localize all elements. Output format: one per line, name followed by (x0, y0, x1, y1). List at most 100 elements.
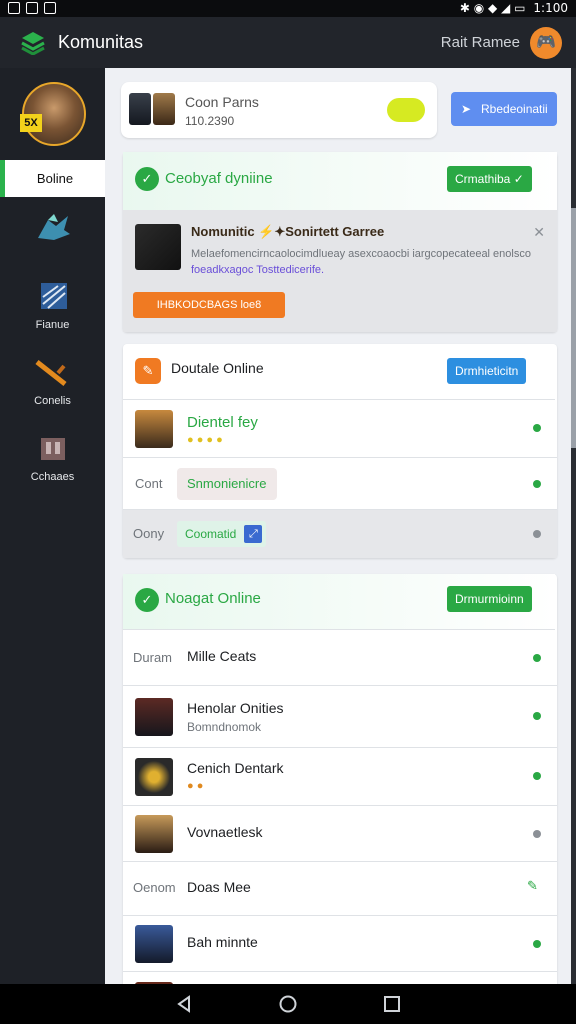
sidebar-item-label: Conelis (34, 395, 71, 407)
game-thumbnail (129, 93, 151, 125)
app-title: Komunitas (58, 32, 144, 52)
list-item[interactable]: Oony Coomatid ⤢ (123, 510, 557, 558)
sidebar: 5X Boline Fianue Conelis Cchaaes (0, 68, 105, 984)
online-dot (533, 940, 541, 948)
app-bar: Komunitas Rait Ramee 🎮 (0, 17, 576, 68)
section-doutale-online: ✎ Doutale Online Drmhieticitn Dientel fe… (123, 344, 557, 558)
header-right-label[interactable]: Rait Ramee (441, 34, 520, 51)
online-dot (533, 480, 541, 488)
list-item[interactable]: Henolar Onities Bomndnomok (123, 686, 557, 748)
sword-icon (34, 360, 67, 386)
profile-avatar[interactable]: 5X (20, 82, 86, 146)
sidebar-item-label: Cchaaes (30, 471, 75, 483)
section-button[interactable]: Drmurmioinn (447, 586, 532, 612)
section-header: ✓ Noagat Online Drmurmioinn (123, 574, 555, 630)
top-action-label: Rbedeoinatii (481, 102, 548, 116)
clock: 1:100 (533, 1, 568, 15)
top-card-subtitle: 110.2390 (185, 114, 235, 128)
list-item-name: Bah minnte (187, 934, 258, 950)
back-icon[interactable] (174, 994, 194, 1014)
chart-icon[interactable] (387, 98, 425, 122)
section-button[interactable]: Drmhieticitn (447, 358, 527, 384)
list-item[interactable]: Cenich Dentark ● ● (123, 748, 557, 806)
expand-icon: ⤢ (244, 525, 263, 543)
tag-chip[interactable]: Coomatid ⤢ (177, 521, 267, 547)
recents-icon[interactable] (382, 994, 402, 1014)
sidebar-item-4[interactable]: Cchaaes (0, 432, 105, 483)
scrollbar[interactable] (571, 68, 576, 984)
tag-chip-label: Coomatid (185, 527, 237, 541)
top-card-title: Coon Parns (185, 94, 259, 110)
app-logo-icon (21, 32, 45, 55)
main-content: Coon Parns 110.2390 ➤ Rbedeoinatii ✓ Ceo… (105, 68, 571, 984)
check-icon: ✓ (135, 167, 159, 191)
promo-title: Nomunitic ⚡✦Sonirtett Garree (191, 224, 385, 239)
gamepad-icon[interactable]: 🎮 (530, 27, 562, 59)
list-item-name: Doas Mee (187, 879, 251, 895)
list-item-name: Vovnaetlesk (187, 824, 263, 840)
sidebar-item-2[interactable]: Fianue (0, 280, 105, 331)
list-item-sub: Bomndnomok (187, 720, 262, 734)
list-item-prefix: Duram (133, 650, 173, 665)
list-item[interactable]: Duram Mille Ceats (123, 630, 557, 686)
online-dot (533, 712, 541, 720)
sidebar-item-selected[interactable]: Boline (0, 160, 105, 197)
status-bar: ✱ ◉ ◆ ◢ ▭ 1:100 (0, 0, 576, 17)
avatar (135, 410, 173, 448)
check-icon: ✓ (135, 588, 159, 612)
avatar (135, 758, 173, 796)
section-noagat-online: ✓ Noagat Online Drmurmioinn Duram Mille … (123, 574, 557, 984)
profile-badge: 5X (20, 114, 42, 132)
list-item-name: Dientel fey (187, 414, 258, 431)
notif-icon (8, 2, 20, 14)
close-icon[interactable]: ✕ (533, 224, 545, 241)
status-dot (533, 830, 541, 838)
section-title: Ceobyaf dyniine (165, 170, 273, 187)
top-game-card[interactable]: Coon Parns 110.2390 (121, 82, 437, 138)
list-item-name: Cenich Dentark (187, 760, 284, 776)
list-item[interactable]: Oenom Doas Mee ✎ (123, 862, 557, 916)
promo-image (135, 224, 181, 270)
rating-icons: ● ● ● ● (187, 434, 223, 446)
game-thumbnail (153, 93, 175, 125)
sidebar-item-3[interactable]: Conelis (0, 356, 105, 407)
section-title: Noagat Online (165, 590, 261, 607)
list-item-prefix: Oony (133, 526, 165, 541)
avatar (135, 925, 173, 963)
list-item-prefix: Cont (135, 476, 163, 491)
top-action-button[interactable]: ➤ Rbedeoinatii (451, 92, 557, 126)
edit-icon[interactable]: ✎ (527, 878, 538, 894)
list-item[interactable]: Dientel fey ● ● ● ● (123, 400, 557, 458)
section-community-online: ✓ Ceobyaf dyniine Crmathiba ✓ Nomunitic … (123, 152, 557, 332)
promo-body: Melaefomencirncaolocimdlueay asexcoaocbi… (191, 248, 531, 260)
avatar (135, 698, 173, 736)
promo-panel[interactable]: Nomunitic ⚡✦Sonirtett Garree ✕ Melaefome… (123, 210, 557, 332)
online-dot (533, 654, 541, 662)
notif-icon (44, 2, 56, 14)
scrollbar-thumb[interactable] (571, 208, 576, 448)
list-item[interactable] (123, 972, 557, 984)
list-item[interactable]: Cont Snmonienicre (123, 458, 557, 510)
section-title: Doutale Online (171, 360, 264, 376)
system-nav-bar (0, 984, 576, 1024)
tag-chip[interactable]: Snmonienicre (177, 468, 277, 500)
promo-body: foeadkxagoc Tosttedicerife. (191, 264, 325, 276)
list-item[interactable]: Bah minnte (123, 916, 557, 972)
list-item-prefix: Oenom (133, 880, 176, 895)
online-dot (533, 772, 541, 780)
status-icons: ✱ ◉ ◆ ◢ ▭ (459, 1, 526, 15)
castle-icon (40, 438, 65, 460)
dragon-icon (37, 214, 70, 240)
status-dot (533, 530, 541, 538)
sidebar-item-1[interactable] (0, 212, 105, 251)
promo-cta-button[interactable]: IHBKODCBAGS loe8 (133, 292, 285, 318)
list-item-name: Henolar Onities (187, 700, 284, 716)
home-icon[interactable] (278, 994, 298, 1014)
notif-icon (26, 2, 38, 14)
flag-icon (40, 283, 67, 309)
list-item[interactable]: Vovnaetlesk (123, 806, 557, 862)
section-header: ✎ Doutale Online Drmhieticitn (123, 344, 555, 400)
send-icon: ➤ (461, 102, 472, 116)
rating-icons: ● ● (187, 780, 204, 792)
section-button[interactable]: Crmathiba ✓ (447, 166, 532, 192)
